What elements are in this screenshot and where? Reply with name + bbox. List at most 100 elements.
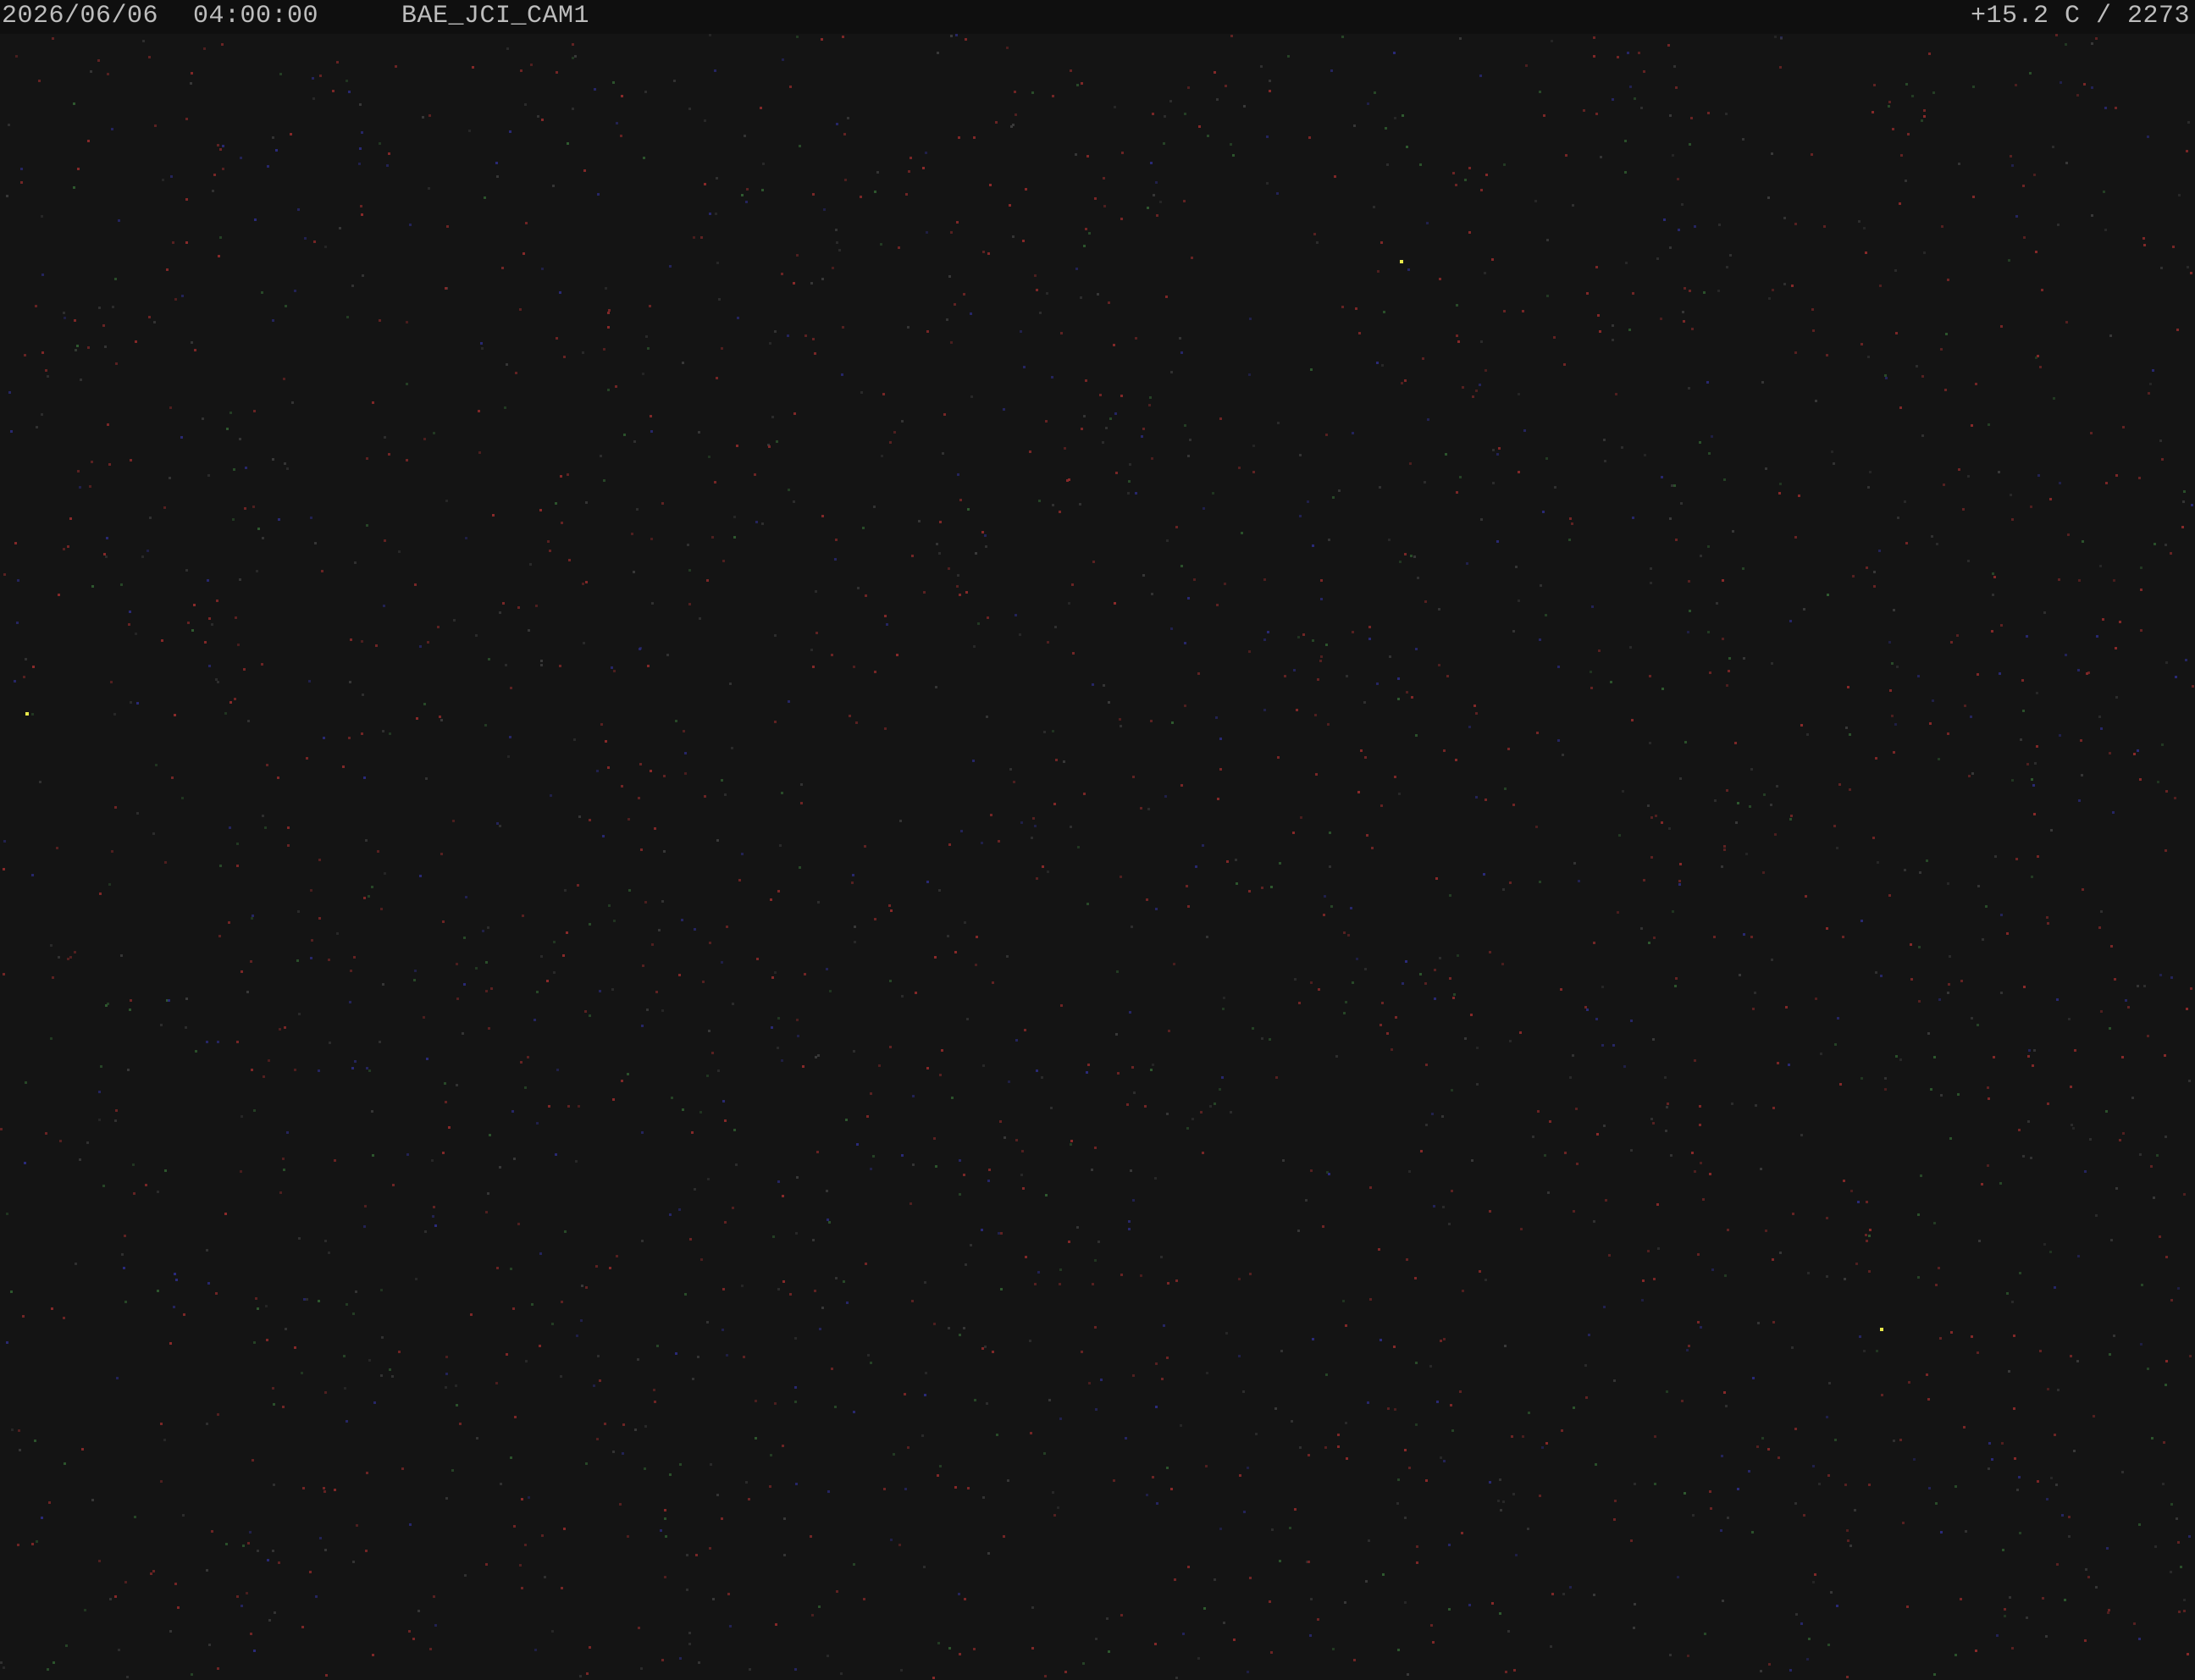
- noise-pixel: [169, 406, 172, 409]
- noise-pixel: [872, 1155, 875, 1158]
- noise-pixel: [1484, 272, 1486, 274]
- noise-pixel: [1722, 579, 1724, 582]
- noise-pixel: [272, 1387, 274, 1390]
- noise-pixel: [599, 1379, 601, 1382]
- noise-pixel: [1992, 572, 1994, 575]
- noise-pixel: [655, 991, 658, 993]
- noise-pixel: [1977, 1351, 1979, 1354]
- noise-pixel: [1867, 486, 1870, 489]
- noise-pixel: [433, 1595, 435, 1598]
- noise-pixel: [1000, 1288, 1003, 1290]
- noise-pixel: [286, 467, 289, 470]
- noise-pixel: [2170, 552, 2172, 555]
- noise-pixel: [964, 1598, 966, 1600]
- noise-pixel: [2031, 876, 2033, 878]
- noise-pixel: [1904, 869, 1906, 871]
- noise-pixel: [1020, 1174, 1023, 1176]
- noise-pixel: [1479, 384, 1481, 386]
- noise-pixel: [605, 287, 607, 290]
- noise-pixel: [1628, 329, 1631, 331]
- noise-pixel: [1932, 699, 1934, 702]
- noise-pixel: [939, 1465, 942, 1467]
- noise-pixel: [1434, 969, 1436, 971]
- noise-pixel: [1512, 804, 1515, 806]
- noise-pixel: [1059, 1268, 1062, 1271]
- noise-pixel: [530, 64, 533, 66]
- noise-pixel: [1771, 662, 1773, 665]
- noise-pixel: [1745, 853, 1748, 855]
- noise-pixel: [1322, 1225, 1324, 1228]
- noise-pixel: [987, 616, 989, 619]
- noise-pixel: [926, 330, 929, 333]
- noise-pixel: [1815, 998, 1817, 1000]
- noise-pixel: [541, 1534, 544, 1537]
- noise-pixel: [800, 783, 803, 786]
- noise-pixel: [783, 1517, 786, 1520]
- noise-pixel: [1307, 500, 1309, 503]
- noise-pixel: [1000, 1232, 1003, 1235]
- noise-pixel: [1346, 1457, 1348, 1460]
- noise-pixel: [1603, 439, 1606, 441]
- noise-pixel: [1308, 1561, 1310, 1563]
- noise-pixel: [1878, 550, 1881, 552]
- noise-pixel: [687, 544, 689, 546]
- noise-pixel: [817, 901, 820, 904]
- noise-pixel: [315, 1595, 318, 1598]
- noise-pixel: [566, 931, 568, 934]
- noise-pixel: [1522, 1435, 1524, 1438]
- noise-pixel: [1023, 366, 1026, 368]
- noise-pixel: [266, 764, 268, 766]
- noise-pixel: [361, 131, 363, 134]
- noise-pixel: [1006, 955, 1009, 958]
- noise-pixel: [1631, 719, 1634, 721]
- noise-pixel: [1998, 471, 2000, 473]
- noise-pixel: [782, 58, 784, 61]
- noise-pixel: [771, 416, 774, 418]
- noise-pixel: [1501, 963, 1504, 965]
- noise-pixel: [1025, 188, 1027, 191]
- noise-pixel: [1569, 1586, 1572, 1589]
- noise-pixel: [1700, 555, 1702, 557]
- noise-pixel: [1642, 1279, 1645, 1282]
- noise-pixel: [2039, 366, 2042, 368]
- noise-pixel: [109, 1598, 112, 1600]
- noise-pixel: [1947, 992, 1949, 994]
- noise-pixel: [47, 1668, 49, 1671]
- noise-pixel: [2115, 474, 2118, 477]
- noise-pixel: [478, 410, 480, 412]
- noise-pixel: [965, 38, 967, 41]
- noise-pixel: [2180, 1566, 2182, 1568]
- noise-pixel: [2104, 229, 2107, 231]
- noise-pixel: [781, 273, 783, 275]
- noise-pixel: [534, 1019, 536, 1021]
- noise-pixel: [939, 1074, 942, 1076]
- noise-pixel: [1079, 503, 1081, 506]
- noise-pixel: [586, 1672, 589, 1675]
- noise-pixel: [8, 391, 11, 394]
- noise-pixel: [779, 844, 782, 847]
- noise-pixel: [2102, 618, 2104, 621]
- noise-pixel: [1325, 1373, 1328, 1376]
- noise-pixel: [1075, 268, 1078, 270]
- noise-pixel: [796, 36, 799, 38]
- noise-pixel: [2159, 439, 2162, 442]
- noise-pixel: [1151, 457, 1153, 460]
- noise-pixel: [1233, 1639, 1236, 1641]
- noise-pixel: [818, 1605, 821, 1608]
- noise-pixel: [641, 1240, 644, 1242]
- noise-pixel: [1368, 1539, 1370, 1542]
- noise-pixel: [1243, 105, 1246, 108]
- noise-pixel: [56, 847, 58, 849]
- noise-pixel: [2047, 922, 2049, 925]
- noise-pixel: [1046, 292, 1048, 295]
- noise-pixel: [2188, 1080, 2191, 1082]
- noise-pixel: [126, 1676, 129, 1678]
- noise-pixel: [346, 1303, 348, 1306]
- noise-pixel: [1771, 152, 1773, 155]
- noise-pixel: [904, 1488, 907, 1490]
- noise-pixel: [2140, 589, 2142, 591]
- noise-pixel: [2093, 1415, 2095, 1418]
- noise-pixel: [97, 59, 100, 62]
- noise-pixel: [838, 249, 841, 251]
- noise-pixel: [1541, 1446, 1544, 1449]
